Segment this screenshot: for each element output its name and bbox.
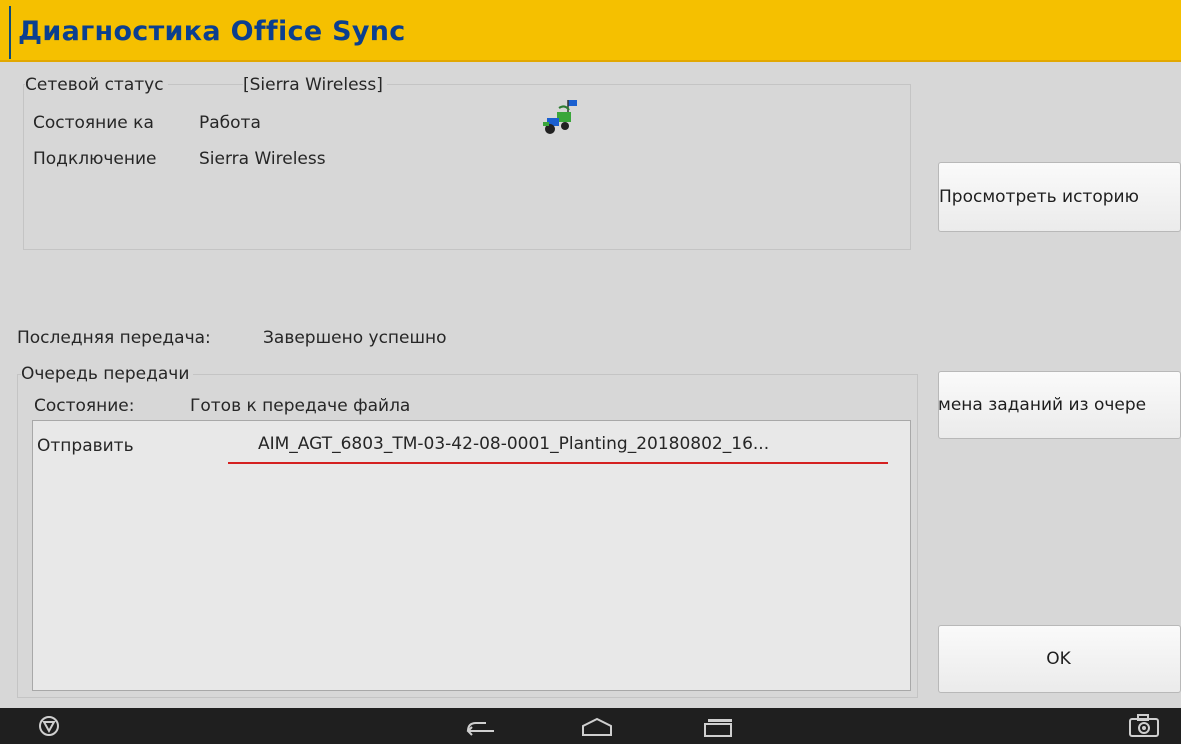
connection-label: Подключение xyxy=(33,149,157,169)
last-transfer-label: Последняя передача: xyxy=(17,328,211,348)
queue-state-label: Состояние: xyxy=(34,396,135,416)
recent-apps-icon[interactable] xyxy=(702,716,736,742)
connection-value: Sierra Wireless xyxy=(199,149,326,169)
remove-jobs-button-label: мена заданий из очере xyxy=(938,395,1147,415)
screenshot-icon[interactable] xyxy=(1128,714,1160,742)
queue-list[interactable]: Отправить AIM_AGT_6803_TM-03-42-08-0001_… xyxy=(32,420,911,691)
title-bar: Диагностика Office Sync xyxy=(0,0,1181,62)
system-nav-bar xyxy=(0,708,1181,744)
queue-state-value: Готов к передаче файла xyxy=(190,396,411,416)
last-transfer-value: Завершено успешно xyxy=(263,328,447,348)
remove-jobs-button[interactable]: мена заданий из очере xyxy=(938,371,1181,439)
network-connected-icon xyxy=(537,98,583,138)
network-status-legend: Сетевой статус xyxy=(25,75,168,95)
window-title: Диагностика Office Sync xyxy=(18,16,406,47)
back-icon[interactable] xyxy=(464,718,498,742)
connection-state-label: Состояние ка xyxy=(33,113,154,133)
queue-item-underline xyxy=(228,462,888,464)
connection-state-value: Работа xyxy=(199,113,261,133)
logo-icon[interactable] xyxy=(37,714,61,742)
queue-item-action: Отправить xyxy=(37,436,134,456)
transfer-queue-legend: Очередь передачи xyxy=(21,364,194,384)
home-icon[interactable] xyxy=(580,716,614,742)
ok-button-label: OK xyxy=(1046,649,1071,669)
view-history-button-label: Просмотреть историю xyxy=(939,187,1139,207)
view-history-button[interactable]: Просмотреть историю xyxy=(938,162,1181,232)
network-status-legend-value: [Sierra Wireless] xyxy=(243,75,387,95)
ok-button[interactable]: OK xyxy=(938,625,1181,693)
dialog-content: Сетевой статус [Sierra Wireless] Состоян… xyxy=(0,62,1181,708)
queue-item-file[interactable]: AIM_AGT_6803_TM-03-42-08-0001_Planting_2… xyxy=(258,434,769,454)
